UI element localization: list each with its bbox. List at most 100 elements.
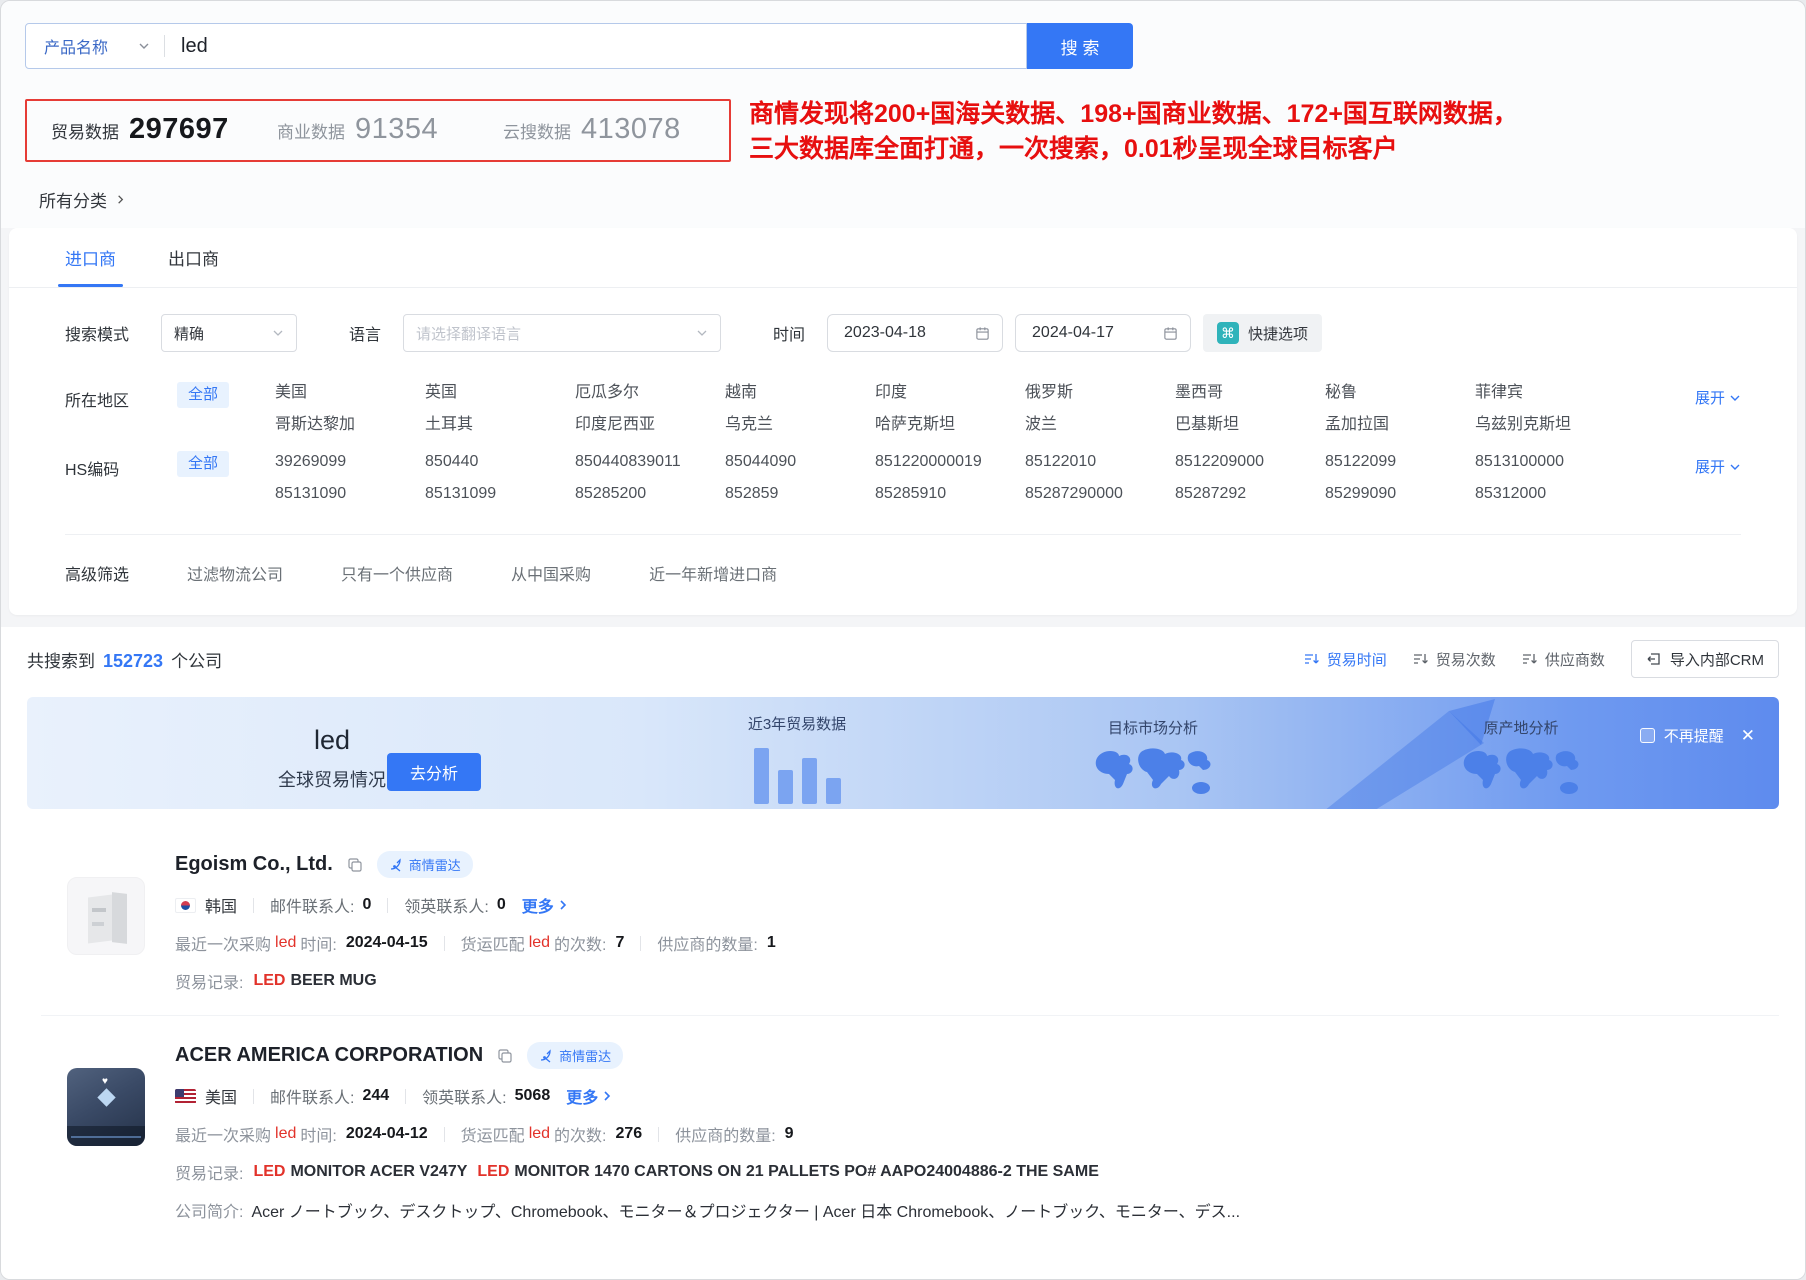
hscode-item[interactable]: 85122010: [1025, 451, 1175, 472]
hscode-item[interactable]: 852859: [725, 483, 875, 504]
company-name[interactable]: ACER AMERICA CORPORATION: [175, 1044, 483, 1067]
company-meta-row: 韩国 邮件联系人: 0 领英联系人: 0 更多: [175, 893, 1753, 917]
dataset-highlight-box: 贸易数据 297697 商业数据 91354 云搜数据 413078: [25, 99, 731, 162]
region-item[interactable]: 英国: [425, 382, 575, 403]
company-profile-row: 公司简介: Acer ノートブック、デスクトップ、Chromebook、モニター…: [175, 1198, 1753, 1222]
hscode-expand-button[interactable]: 展开: [1695, 451, 1741, 477]
company-name[interactable]: Egoism Co., Ltd.: [175, 853, 333, 876]
more-link[interactable]: 更多: [522, 893, 569, 917]
dataset-tab-business[interactable]: 商业数据 91354: [277, 113, 503, 146]
filter-from-china[interactable]: 从中国采购: [511, 561, 591, 585]
region-item[interactable]: 孟加拉国: [1325, 414, 1475, 435]
region-expand-button[interactable]: 展开: [1695, 382, 1741, 408]
chevron-down-icon: [138, 40, 150, 52]
chevron-down-icon: [272, 327, 284, 339]
results-prefix: 共搜索到: [27, 647, 95, 672]
region-item[interactable]: 秘鲁: [1325, 382, 1475, 403]
region-item[interactable]: 墨西哥: [1175, 382, 1325, 403]
region-item[interactable]: 波兰: [1025, 414, 1175, 435]
region-item[interactable]: 乌克兰: [725, 414, 875, 435]
keyword-highlight: led: [275, 934, 296, 952]
search-button[interactable]: 搜 索: [1027, 23, 1133, 69]
hscode-item[interactable]: 85287290000: [1025, 483, 1175, 504]
purchase-date: 2024-04-15: [346, 934, 428, 952]
email-contacts-count: 244: [362, 1087, 389, 1105]
copy-icon[interactable]: [497, 1048, 513, 1064]
analyze-button[interactable]: 去分析: [387, 753, 481, 791]
region-item[interactable]: 乌兹别克斯坦: [1475, 414, 1625, 435]
dismiss-label: 不再提醒: [1664, 725, 1724, 746]
hscode-item[interactable]: 85044090: [725, 451, 875, 472]
filter-logistics[interactable]: 过滤物流公司: [187, 561, 283, 585]
search-input[interactable]: [165, 35, 1026, 58]
korea-flag-icon: [175, 898, 196, 913]
trade-record-label: 贸易记录:: [175, 969, 243, 993]
more-link[interactable]: 更多: [566, 1084, 613, 1108]
region-item[interactable]: 印度尼西亚: [575, 414, 725, 435]
filter-single-supplier[interactable]: 只有一个供应商: [341, 561, 453, 585]
dataset-tab-cloud[interactable]: 云搜数据 413078: [503, 113, 729, 146]
hscode-item[interactable]: 85299090: [1325, 483, 1475, 504]
region-item[interactable]: 土耳其: [425, 414, 575, 435]
hscode-item[interactable]: 85287292: [1175, 483, 1325, 504]
company-thumbnail[interactable]: ♥: [67, 1068, 145, 1146]
bar-chart-icon: [717, 740, 877, 804]
linkedin-contacts-count: 0: [497, 896, 506, 914]
analysis-banner: led 全球贸易情况 去分析 近3年贸易数据 目标市场分析: [27, 697, 1779, 809]
region-item[interactable]: 哈萨克斯坦: [875, 414, 1025, 435]
divider: [444, 1127, 445, 1142]
end-date-input[interactable]: 2024-04-17: [1015, 314, 1191, 352]
advanced-filter-button[interactable]: 高级筛选: [65, 561, 129, 585]
sort-trade-time[interactable]: 贸易时间: [1304, 649, 1387, 670]
tab-importer[interactable]: 进口商: [65, 228, 116, 287]
dataset-tab-trade[interactable]: 贸易数据 297697: [51, 113, 277, 146]
search-category-select[interactable]: 产品名称: [26, 34, 164, 58]
radar-badge[interactable]: 商情雷达: [527, 1042, 623, 1069]
sort-trade-count[interactable]: 贸易次数: [1413, 649, 1496, 670]
search-mode-select[interactable]: 精确: [161, 314, 297, 352]
start-date-input[interactable]: 2023-04-18: [827, 314, 1003, 352]
tab-exporter[interactable]: 出口商: [168, 228, 219, 287]
region-item[interactable]: 美国: [275, 382, 425, 403]
thumbnail-shape: [92, 908, 106, 912]
company-thumbnail[interactable]: [67, 877, 145, 955]
chevron-down-icon: [1729, 392, 1741, 404]
region-item[interactable]: 越南: [725, 382, 875, 403]
tab-exporter-label: 出口商: [168, 245, 219, 270]
filter-new-importers[interactable]: 近一年新增进口商: [649, 561, 777, 585]
language-select[interactable]: 请选择翻译语言: [403, 314, 721, 352]
dismiss-checkbox[interactable]: [1640, 728, 1655, 743]
hscode-item[interactable]: 85131090: [275, 483, 425, 504]
close-icon[interactable]: ✕: [1741, 727, 1755, 744]
hscode-item[interactable]: 851220000019: [875, 451, 1025, 472]
hscode-item[interactable]: 85285910: [875, 483, 1025, 504]
region-item[interactable]: 厄瓜多尔: [575, 382, 725, 403]
hscode-all-chip[interactable]: 全部: [177, 451, 229, 477]
hscode-item[interactable]: 850440: [425, 451, 575, 472]
hscode-item[interactable]: 8512209000: [1175, 451, 1325, 472]
hscode-item[interactable]: 85312000: [1475, 483, 1625, 504]
linkedin-contacts-count: 5068: [515, 1087, 551, 1105]
hscode-item[interactable]: 85285200: [575, 483, 725, 504]
hscode-item[interactable]: 8513100000: [1475, 451, 1625, 472]
company-meta-row: 美国 邮件联系人: 244 领英联系人: 5068 更多: [175, 1084, 1753, 1108]
record-keyword: LED: [253, 972, 285, 990]
sort-supplier-count[interactable]: 供应商数: [1522, 649, 1605, 670]
region-item[interactable]: 菲律宾: [1475, 382, 1625, 403]
hscode-item[interactable]: 850440839011: [575, 451, 725, 472]
world-map-icon: [1431, 744, 1611, 807]
hscode-item[interactable]: 85131099: [425, 483, 575, 504]
copy-icon[interactable]: [347, 857, 363, 873]
import-crm-button[interactable]: 导入内部CRM: [1631, 640, 1779, 678]
breadcrumb[interactable]: 所有分类: [39, 187, 1781, 212]
region-item[interactable]: 巴基斯坦: [1175, 414, 1325, 435]
quick-options-label: 快捷选项: [1248, 323, 1308, 344]
radar-badge[interactable]: 商情雷达: [377, 851, 473, 878]
region-item[interactable]: 印度: [875, 382, 1025, 403]
region-item[interactable]: 俄罗斯: [1025, 382, 1175, 403]
hscode-item[interactable]: 39269099: [275, 451, 425, 472]
quick-options-button[interactable]: ⌘ 快捷选项: [1203, 314, 1322, 352]
region-all-chip[interactable]: 全部: [177, 382, 229, 408]
region-item[interactable]: 哥斯达黎加: [275, 414, 425, 435]
hscode-item[interactable]: 85122099: [1325, 451, 1475, 472]
